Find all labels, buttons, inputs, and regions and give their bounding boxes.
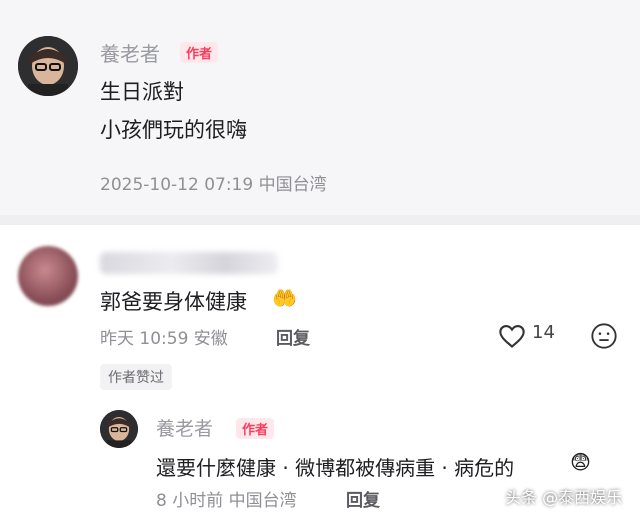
comment-meta: 昨天 10:59 安徽 xyxy=(100,329,228,349)
reply-author-badge: 作者 xyxy=(236,418,275,439)
comment-text: 郭爸要身体健康 xyxy=(100,286,247,316)
comment-text-line-1: 生日派對 xyxy=(100,80,184,104)
reply-text: 還要什麼健康 · 微博都被傳病重 · 病危的 xyxy=(156,456,515,480)
separator xyxy=(0,215,640,225)
reply-meta: 8 小时前 中国台湾 xyxy=(156,491,297,511)
watermark: 头条 @泰西娱乐 xyxy=(505,488,623,507)
dislike-face-icon[interactable] xyxy=(590,322,618,350)
reply-button[interactable]: 回复 xyxy=(276,324,310,349)
commenter-name-blurred xyxy=(100,252,278,274)
comment-text-line-2: 小孩們玩的很嗨 xyxy=(100,118,247,142)
emoji-icon: 😨 xyxy=(570,450,591,474)
author-liked-chip: 作者赞过 xyxy=(100,364,172,390)
comment-meta: 2025-10-12 07:19 中国台湾 xyxy=(100,175,327,195)
author-badge: 作者 xyxy=(180,42,219,63)
reply-author-name[interactable]: 養老者 xyxy=(156,414,213,441)
author-avatar[interactable] xyxy=(18,36,78,96)
comment-text-content: 郭爸要身体健康 xyxy=(100,290,247,314)
like-count: 14 xyxy=(532,322,555,343)
author-avatar-small[interactable] xyxy=(100,410,138,448)
reply-button[interactable]: 回复 xyxy=(346,486,380,511)
author-name[interactable]: 養老者 xyxy=(100,38,160,67)
commenter-avatar[interactable] xyxy=(18,246,78,306)
heart-icon[interactable] xyxy=(498,322,526,350)
emoji-icon: 🤲 xyxy=(272,286,297,310)
